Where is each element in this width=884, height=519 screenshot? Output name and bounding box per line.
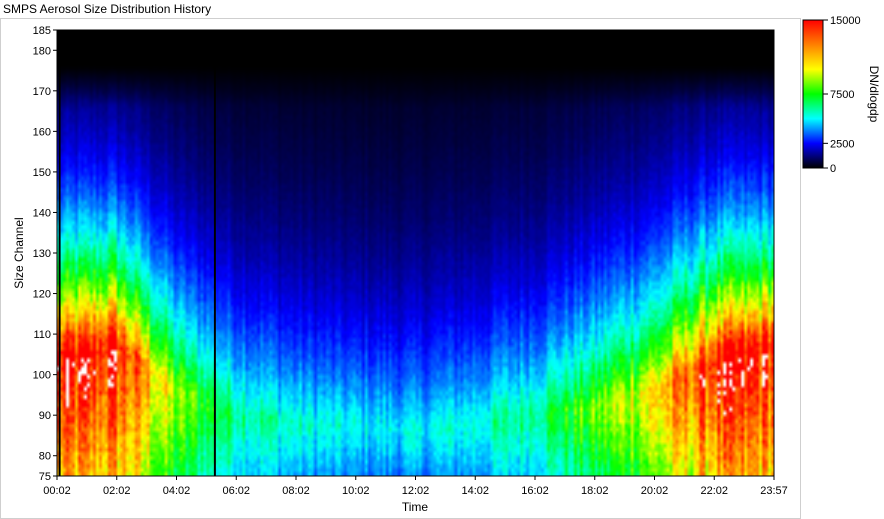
colorbar-tick-label: 2500: [830, 138, 854, 150]
x-tick-label: 23:57: [760, 485, 788, 497]
y-tick-label: 80: [39, 451, 51, 463]
colorbar: 0 2500 7500 15000 DN/dlogdp: [802, 15, 881, 175]
y-tick-label: 100: [33, 370, 51, 382]
x-tick-label: 18:02: [581, 485, 609, 497]
y-tick-label: 180: [33, 45, 51, 57]
colorbar-tick-label: 0: [830, 163, 836, 175]
colorbar-label: DN/dlogdp: [867, 66, 881, 123]
x-tick-label: 10:02: [342, 485, 370, 497]
y-tick-label: 90: [39, 410, 51, 422]
x-tick-label: 14:02: [461, 485, 489, 497]
y-tick-label: 185: [33, 25, 51, 37]
colorbar-ticks: 0 2500 7500 15000: [823, 15, 861, 175]
x-tick-label: 00:02: [43, 485, 71, 497]
x-tick-label: 16:02: [521, 485, 549, 497]
y-tick-label: 170: [33, 86, 51, 98]
x-tick-label: 22:02: [700, 485, 728, 497]
y-tick-label: 110: [33, 329, 51, 341]
y-axis: 75 80 90 100 110 120 130 140 150 160 170 180 185: [33, 25, 57, 483]
colorbar-gradient: [802, 19, 824, 169]
y-tick-label: 140: [33, 207, 51, 219]
x-axis: 00:02 02:02 04:02 06:02 08:02 10:02 12:02 14:02…: [43, 476, 788, 497]
y-tick-label: 150: [33, 167, 51, 179]
heatmap-plot[interactable]: [56, 29, 775, 477]
y-axis-label: Size Channel: [12, 217, 26, 288]
x-tick-label: 12:02: [402, 485, 430, 497]
x-tick-label: 04:02: [163, 485, 191, 497]
x-tick-label: 20:02: [641, 485, 669, 497]
y-tick-label: 160: [33, 126, 51, 138]
colorbar-tick-label: 7500: [830, 89, 854, 101]
window-title: SMPS Aerosol Size Distribution History: [3, 2, 211, 16]
heatmap-image: [57, 30, 774, 476]
y-tick-label: 120: [33, 289, 51, 301]
x-tick-label: 02:02: [103, 485, 131, 497]
y-tick-label: 130: [33, 248, 51, 260]
x-axis-label: Time: [402, 500, 429, 514]
chart-window: SMPS Aerosol Size Distribution History 0…: [0, 2, 881, 519]
x-tick-label: 06:02: [222, 485, 250, 497]
y-tick-label: 75: [39, 471, 51, 483]
x-tick-label: 08:02: [282, 485, 310, 497]
colorbar-tick-label: 15000: [830, 15, 861, 27]
